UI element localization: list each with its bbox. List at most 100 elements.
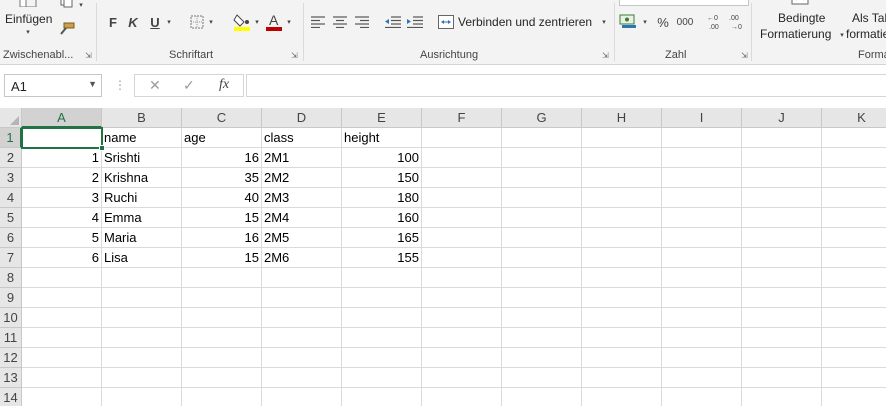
cell-h9[interactable] xyxy=(582,288,662,308)
column-header-e[interactable]: E xyxy=(342,108,422,128)
cell-k10[interactable] xyxy=(822,308,886,328)
cell-g13[interactable] xyxy=(502,368,582,388)
cell-g10[interactable] xyxy=(502,308,582,328)
cell-a3[interactable]: 2 xyxy=(22,168,102,188)
thousands-separator-button[interactable]: 000 xyxy=(675,14,695,30)
cell-i3[interactable] xyxy=(662,168,742,188)
row-header-11[interactable]: 11 xyxy=(0,328,22,348)
column-header-i[interactable]: I xyxy=(662,108,742,128)
chevron-down-icon[interactable]: ▼ xyxy=(88,79,97,89)
row-header-4[interactable]: 4 xyxy=(0,188,22,208)
cell-h11[interactable] xyxy=(582,328,662,348)
cell-c7[interactable]: 15 xyxy=(182,248,262,268)
cell-e9[interactable] xyxy=(342,288,422,308)
cell-a1[interactable] xyxy=(22,128,102,148)
cell-f3[interactable] xyxy=(422,168,502,188)
cell-j10[interactable] xyxy=(742,308,822,328)
name-box[interactable]: A1 ▼ xyxy=(4,74,102,97)
cell-j9[interactable] xyxy=(742,288,822,308)
cell-i7[interactable] xyxy=(662,248,742,268)
formula-input[interactable] xyxy=(246,74,886,97)
cell-d1[interactable]: class xyxy=(262,128,342,148)
cell-h14[interactable] xyxy=(582,388,662,406)
chevron-down-icon[interactable]: ▾ xyxy=(207,16,215,28)
percent-button[interactable]: % xyxy=(655,14,671,30)
cell-j3[interactable] xyxy=(742,168,822,188)
format-as-table-button[interactable]: Als Tal formatie xyxy=(844,10,886,44)
cell-c10[interactable] xyxy=(182,308,262,328)
cell-c13[interactable] xyxy=(182,368,262,388)
cancel-icon[interactable]: ✕ xyxy=(149,77,161,94)
cell-d9[interactable] xyxy=(262,288,342,308)
cell-a10[interactable] xyxy=(22,308,102,328)
cell-a14[interactable] xyxy=(22,388,102,406)
cell-f10[interactable] xyxy=(422,308,502,328)
cell-i8[interactable] xyxy=(662,268,742,288)
chevron-down-icon[interactable]: ▾ xyxy=(77,0,85,10)
cell-h7[interactable] xyxy=(582,248,662,268)
dialog-launcher-icon[interactable]: ⇲ xyxy=(85,51,92,60)
cell-k1[interactable] xyxy=(822,128,886,148)
cell-c3[interactable]: 35 xyxy=(182,168,262,188)
italic-button[interactable]: K xyxy=(125,14,141,30)
cell-f7[interactable] xyxy=(422,248,502,268)
bold-button[interactable]: F xyxy=(105,14,121,30)
cell-e5[interactable]: 160 xyxy=(342,208,422,228)
cell-e7[interactable]: 155 xyxy=(342,248,422,268)
cell-f4[interactable] xyxy=(422,188,502,208)
cell-a13[interactable] xyxy=(22,368,102,388)
conditional-formatting-button[interactable]: Bedingte Formatierung ▾ xyxy=(758,10,850,44)
cell-g7[interactable] xyxy=(502,248,582,268)
column-header-d[interactable]: D xyxy=(262,108,342,128)
cell-f11[interactable] xyxy=(422,328,502,348)
cell-k2[interactable] xyxy=(822,148,886,168)
column-header-g[interactable]: G xyxy=(502,108,582,128)
column-header-b[interactable]: B xyxy=(102,108,182,128)
cell-f2[interactable] xyxy=(422,148,502,168)
fill-handle[interactable] xyxy=(99,145,105,151)
chevron-down-icon[interactable]: ▾ xyxy=(253,16,261,28)
decrease-decimal-icon[interactable]: .00 →0 xyxy=(729,12,747,32)
cell-c1[interactable]: age xyxy=(182,128,262,148)
cell-g8[interactable] xyxy=(502,268,582,288)
cell-g14[interactable] xyxy=(502,388,582,406)
cell-c11[interactable] xyxy=(182,328,262,348)
cell-b13[interactable] xyxy=(102,368,182,388)
cell-d8[interactable] xyxy=(262,268,342,288)
cell-a8[interactable] xyxy=(22,268,102,288)
border-icon[interactable] xyxy=(189,14,205,30)
increase-decimal-icon[interactable]: ←0.00 xyxy=(707,12,725,32)
dialog-launcher-icon[interactable]: ⇲ xyxy=(741,51,748,60)
cell-c8[interactable] xyxy=(182,268,262,288)
column-header-f[interactable]: F xyxy=(422,108,502,128)
cell-d11[interactable] xyxy=(262,328,342,348)
cell-d13[interactable] xyxy=(262,368,342,388)
cell-c4[interactable]: 40 xyxy=(182,188,262,208)
row-header-12[interactable]: 12 xyxy=(0,348,22,368)
cell-c2[interactable]: 16 xyxy=(182,148,262,168)
more-options-icon[interactable]: ⋮ xyxy=(114,78,126,92)
cell-j12[interactable] xyxy=(742,348,822,368)
cell-c14[interactable] xyxy=(182,388,262,406)
cell-k14[interactable] xyxy=(822,388,886,406)
copy-icon[interactable] xyxy=(60,0,74,8)
column-header-a[interactable]: A xyxy=(22,108,102,128)
row-header-3[interactable]: 3 xyxy=(0,168,22,188)
decrease-indent-icon[interactable] xyxy=(384,14,402,30)
paste-icon[interactable] xyxy=(14,0,40,8)
cell-g3[interactable] xyxy=(502,168,582,188)
cell-h8[interactable] xyxy=(582,268,662,288)
cell-b8[interactable] xyxy=(102,268,182,288)
cell-j1[interactable] xyxy=(742,128,822,148)
align-left-icon[interactable] xyxy=(310,14,326,30)
cell-j7[interactable] xyxy=(742,248,822,268)
increase-indent-icon[interactable] xyxy=(406,14,424,30)
cell-h3[interactable] xyxy=(582,168,662,188)
cell-g5[interactable] xyxy=(502,208,582,228)
cell-c5[interactable]: 15 xyxy=(182,208,262,228)
cell-c9[interactable] xyxy=(182,288,262,308)
cell-e12[interactable] xyxy=(342,348,422,368)
cell-b2[interactable]: Srishti xyxy=(102,148,182,168)
cell-h13[interactable] xyxy=(582,368,662,388)
cell-b3[interactable]: Krishna xyxy=(102,168,182,188)
